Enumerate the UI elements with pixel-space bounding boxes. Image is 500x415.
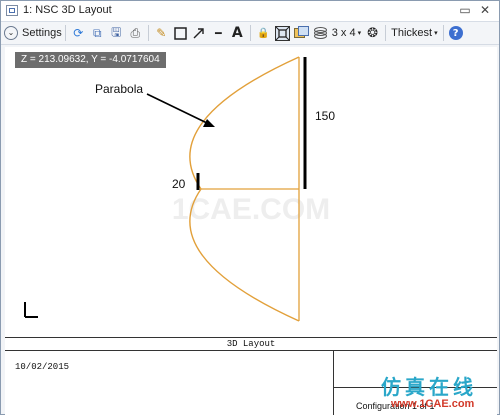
thickness-label: Thickest bbox=[391, 27, 433, 39]
watermark-logo: 仿真在线 bbox=[381, 375, 477, 399]
pencil-icon[interactable]: ✎ bbox=[154, 26, 169, 41]
rectangle-icon[interactable] bbox=[173, 26, 188, 41]
title-block-header: 3D Layout bbox=[5, 338, 497, 351]
parabola-arrow bbox=[146, 93, 210, 125]
chevron-down-icon: ▾ bbox=[357, 29, 362, 37]
fit-view-icon[interactable] bbox=[274, 25, 290, 41]
grid-size-label: 3 x 4 bbox=[331, 27, 356, 39]
grid-size-dropdown[interactable]: 3 x 4 ▾ bbox=[332, 27, 361, 39]
lock-icon[interactable]: 🔒 bbox=[256, 26, 271, 41]
copy-icon[interactable]: ⧉ bbox=[90, 26, 105, 41]
chevron-down-icon: ⌄ bbox=[4, 26, 18, 40]
toolbar-divider bbox=[147, 25, 149, 41]
close-button[interactable]: ✕ bbox=[477, 3, 493, 18]
chevron-down-icon: ▾ bbox=[434, 29, 438, 37]
coordinate-readout: Z = 213.09632, Y = -4.0717604 bbox=[15, 52, 166, 68]
title-bar: 1: NSC 3D Layout ▭ ✕ bbox=[1, 1, 499, 22]
save-icon[interactable]: 🖫 bbox=[109, 25, 124, 41]
minimize-button[interactable]: ▭ bbox=[457, 3, 473, 18]
layout-drawing: 1CAE.COM Parabola 150 20 bbox=[24, 56, 335, 322]
toolbar-divider bbox=[385, 25, 387, 41]
line-icon[interactable]: ━ bbox=[211, 26, 226, 41]
title-block-date: 10/02/2015 bbox=[15, 362, 70, 372]
parabola-label: Parabola bbox=[95, 82, 143, 96]
refresh-icon[interactable]: ⟳ bbox=[71, 26, 86, 41]
arrow-icon[interactable] bbox=[192, 26, 207, 41]
settings-label: Settings bbox=[22, 27, 62, 39]
dimension-150-label: 150 bbox=[315, 109, 335, 123]
toolbar-divider bbox=[64, 25, 66, 41]
dimension-20-label: 20 bbox=[172, 177, 186, 191]
watermark-site: www.1CAE.com bbox=[391, 398, 475, 410]
settings-circle-icon[interactable]: ❂ bbox=[365, 26, 380, 41]
settings-button[interactable]: ⌄ Settings bbox=[4, 26, 62, 40]
window-copy-icon[interactable] bbox=[293, 26, 309, 41]
toolbar-divider bbox=[442, 25, 444, 41]
text-icon[interactable]: A bbox=[230, 25, 245, 41]
layers-icon[interactable] bbox=[313, 26, 328, 41]
help-icon[interactable]: ? bbox=[448, 26, 463, 40]
toolbar: ⌄ Settings ⟳ ⧉ 🖫 ⎙ ✎ ━ A 🔒 3 x 4 ▾ ❂ Thi… bbox=[1, 22, 499, 45]
layout-window: 1: NSC 3D Layout ▭ ✕ ⌄ Settings ⟳ ⧉ 🖫 ⎙ … bbox=[0, 0, 500, 415]
window-icon bbox=[6, 5, 18, 16]
line-thickness-dropdown[interactable]: Thickest ▾ bbox=[391, 27, 437, 39]
window-title: 1: NSC 3D Layout bbox=[23, 4, 112, 16]
print-icon[interactable]: ⎙ bbox=[128, 26, 143, 41]
toolbar-divider bbox=[249, 25, 251, 41]
layout-canvas[interactable]: 1CAE.COM Parabola 150 20 Z = 213.09632, … bbox=[5, 47, 497, 337]
